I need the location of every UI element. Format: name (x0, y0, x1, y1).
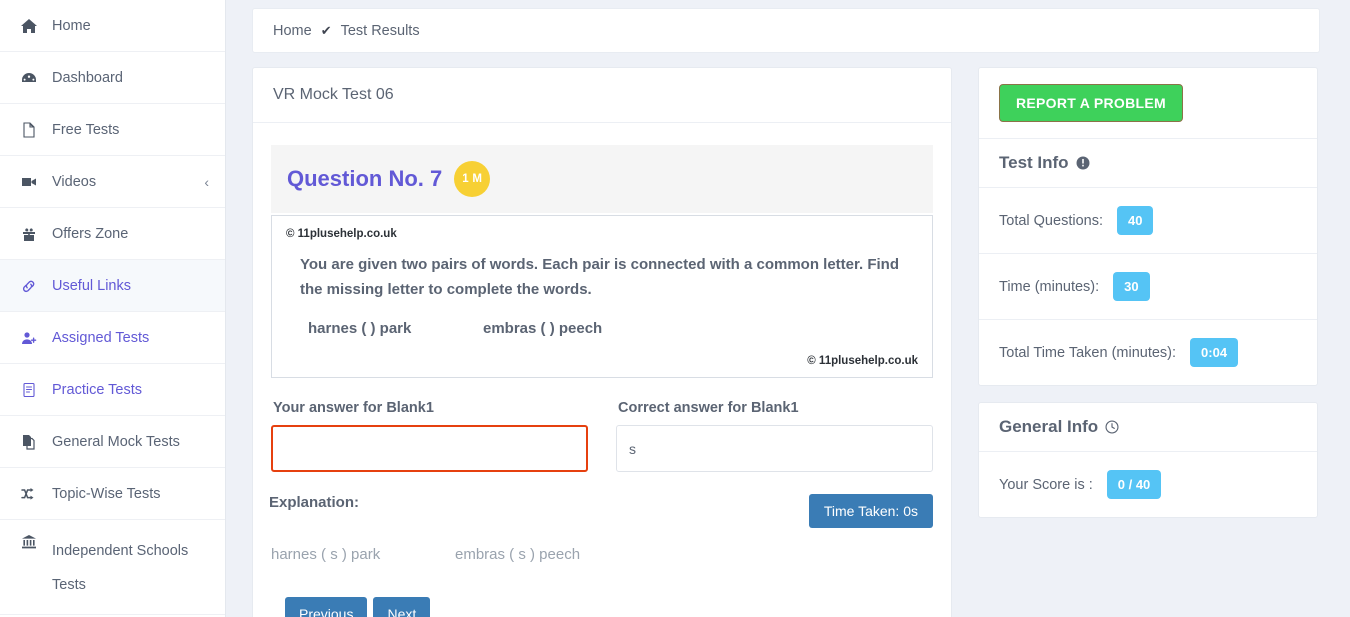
info-row: Total Questions: 40 (979, 188, 1317, 254)
info-label: Total Time Taken (minutes): (999, 344, 1177, 361)
sidebar-item-practice-tests[interactable]: Practice Tests (0, 364, 225, 416)
sidebar-item-label: Practice Tests (52, 381, 142, 398)
info-value-badge: 30 (1113, 272, 1150, 301)
sidebar-item-independent-schools-tests[interactable]: Independent Schools Tests (0, 520, 225, 615)
question-prompt: You are given two pairs of words. Each p… (300, 256, 900, 298)
breadcrumb-current: Test Results (340, 22, 420, 39)
sidebar-item-assigned-tests[interactable]: Assigned Tests (0, 312, 225, 364)
question-pair-2: embras ( ) peech (483, 320, 603, 337)
side-panel: REPORT A PROBLEM Test Info Total Questio… (978, 67, 1318, 534)
explanation-pair-1: harnes ( s ) park (271, 546, 381, 563)
question-pairs: harnes ( ) park embras ( ) peech (308, 320, 918, 337)
sidebar-item-topic-wise-tests[interactable]: Topic-Wise Tests (0, 468, 225, 520)
app-root: Home Dashboard Free Tests Videos ‹ Offer… (0, 0, 1350, 617)
copy-icon (16, 434, 42, 450)
sidebar-item-label: Videos (52, 173, 97, 190)
answers-row: Your answer for Blank1 Correct answer fo… (271, 400, 933, 472)
correct-answer-group: Correct answer for Blank1 (616, 400, 933, 472)
sidebar-item-label: Dashboard (52, 69, 123, 86)
explanation-label: Explanation: (269, 494, 360, 511)
home-icon (16, 18, 42, 34)
sidebar-item-home[interactable]: Home (0, 0, 225, 52)
sidebar-item-label: Home (52, 17, 91, 34)
sidebar-item-videos[interactable]: Videos ‹ (0, 156, 225, 208)
breadcrumb: Home ✔ Test Results (252, 8, 1320, 53)
question-nav-buttons: Previous Next (285, 597, 933, 617)
bank-icon (16, 534, 42, 550)
previous-button[interactable]: Previous (285, 597, 368, 617)
info-label: Time (minutes): (999, 278, 1100, 295)
info-value-badge: 0:04 (1190, 338, 1239, 367)
sidebar-item-free-tests[interactable]: Free Tests (0, 104, 225, 156)
correct-answer-input (616, 425, 933, 472)
general-info-panel: General Info Your Score is : 0 / 40 (978, 402, 1318, 518)
question-content-box: © 11plusehelp.co.uk You are given two pa… (271, 215, 933, 378)
general-info-title-text: General Info (999, 417, 1099, 436)
info-row: Your Score is : 0 / 40 (979, 452, 1317, 517)
info-value-badge: 40 (1116, 206, 1154, 235)
sidebar-item-useful-links[interactable]: Useful Links (0, 260, 225, 312)
chevron-left-icon[interactable]: ‹ (204, 174, 209, 190)
question-heading: Question No. 7 (287, 166, 443, 191)
sidebar-item-label: Topic-Wise Tests (52, 485, 161, 502)
breadcrumb-home[interactable]: Home (273, 23, 312, 39)
question-body: Question No. 7 1 M © 11plusehelp.co.uk Y… (253, 123, 951, 617)
score-badge: 0 / 40 (1106, 470, 1162, 499)
explanation-text: harnes ( s ) park embras ( s ) peech (271, 546, 933, 563)
your-answer-input[interactable] (271, 425, 588, 472)
correct-answer-label: Correct answer for Blank1 (618, 400, 799, 416)
report-a-problem-button[interactable]: REPORT A PROBLEM (999, 84, 1183, 122)
sidebar-item-general-mock-tests[interactable]: General Mock Tests (0, 416, 225, 468)
sidebar-item-label: Useful Links (52, 277, 131, 294)
dashboard-icon (16, 70, 42, 86)
question-header: Question No. 7 1 M (271, 145, 933, 213)
info-row: Total Time Taken (minutes): 0:04 (979, 320, 1317, 385)
question-pair-1: harnes ( ) park (308, 320, 412, 337)
sidebar-item-offers-zone[interactable]: Offers Zone (0, 208, 225, 260)
info-label: Your Score is : (999, 476, 1093, 493)
shuffle-icon (16, 486, 42, 502)
file-icon (16, 121, 42, 138)
sidebar-item-label: Free Tests (52, 121, 120, 138)
test-info-title-text: Test Info (999, 153, 1069, 172)
your-answer-label: Your answer for Blank1 (273, 400, 434, 416)
next-button[interactable]: Next (373, 597, 431, 617)
copyright-bottom: © 11plusehelp.co.uk (807, 355, 918, 367)
link-icon (16, 278, 42, 294)
your-answer-group: Your answer for Blank1 (271, 400, 588, 472)
explanation-row: Explanation: Time Taken: 0s (269, 494, 933, 528)
user-plus-icon (16, 330, 42, 346)
general-info-title: General Info (979, 403, 1317, 452)
info-label: Total Questions: (999, 212, 1103, 229)
sidebar-item-dashboard[interactable]: Dashboard (0, 52, 225, 104)
sidebar: Home Dashboard Free Tests Videos ‹ Offer… (0, 0, 226, 617)
test-card: VR Mock Test 06 Question No. 7 1 M © 11p… (252, 67, 952, 617)
test-info-panel: REPORT A PROBLEM Test Info Total Questio… (978, 67, 1318, 386)
question-column: VR Mock Test 06 Question No. 7 1 M © 11p… (252, 67, 952, 617)
content-columns: VR Mock Test 06 Question No. 7 1 M © 11p… (252, 67, 1320, 617)
sidebar-item-label: General Mock Tests (52, 433, 180, 450)
info-circle-icon (1076, 156, 1090, 170)
sidebar-item-label: Assigned Tests (52, 329, 150, 346)
info-row: Time (minutes): 30 (979, 254, 1317, 320)
breadcrumb-separator-check-icon: ✔ (320, 22, 332, 38)
explanation-pair-2: embras ( s ) peech (455, 546, 581, 563)
test-info-title: Test Info (979, 139, 1317, 188)
test-title: VR Mock Test 06 (253, 68, 951, 123)
document-list-icon (16, 382, 42, 398)
clock-icon (1105, 420, 1119, 434)
copyright-top: © 11plusehelp.co.uk (286, 228, 397, 240)
time-taken-button[interactable]: Time Taken: 0s (808, 494, 933, 528)
video-camera-icon (16, 174, 42, 190)
sidebar-item-label: Offers Zone (52, 225, 129, 242)
sidebar-item-label: Independent Schools Tests (52, 543, 189, 593)
report-problem-row: REPORT A PROBLEM (979, 68, 1317, 139)
gift-icon (16, 226, 42, 242)
main-content: Home ✔ Test Results VR Mock Test 06 Ques… (226, 0, 1350, 617)
marks-badge: 1 M (454, 161, 491, 197)
